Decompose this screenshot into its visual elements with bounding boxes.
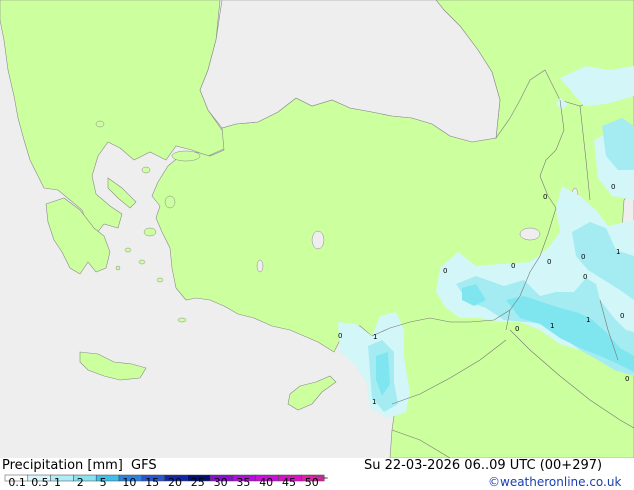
color-scale-tick: 1 [54, 476, 61, 489]
precip-label: 0 [611, 183, 615, 191]
precip-label: 1 [373, 333, 377, 341]
color-scale-tick: 0.5 [31, 476, 49, 489]
precip-label: 1 [550, 322, 554, 330]
precip-label: 0 [547, 258, 551, 266]
precip-label: 0 [543, 193, 547, 201]
title-text: Precipitation [mm] [2, 458, 123, 473]
color-scale-tick: 10 [122, 476, 137, 489]
color-scale-tick: 25 [190, 476, 205, 489]
precip-label: 0 [625, 375, 629, 383]
color-scale-tick: 20 [168, 476, 182, 489]
precip-label: 0 [620, 312, 624, 320]
precip-label: 1 [372, 398, 376, 406]
color-scale-tick: 50 [304, 476, 319, 489]
precip-label: 0 [511, 262, 515, 270]
color-scale-tick: 40 [259, 476, 274, 489]
precip-label: 1 [616, 248, 620, 256]
color-scale-tick: 30 [213, 476, 228, 489]
color-scale [4, 474, 329, 482]
color-scale-tick: 15 [145, 476, 160, 489]
precip-label: 0 [443, 267, 447, 275]
precip-label: 0 [338, 332, 342, 340]
map-title: Precipitation [mm] GFS [2, 459, 157, 473]
precip-label: 0 [583, 273, 587, 281]
color-scale-tick: 0.1 [8, 476, 26, 489]
legend-footer: Precipitation [mm] GFS Su 22-03-2026 06.… [0, 458, 634, 490]
model-name: GFS [131, 458, 157, 473]
color-scale-tick: 2 [76, 476, 84, 489]
credit-text: ©weatheronline.co.uk [488, 475, 622, 489]
precip-label: 1 [586, 316, 590, 324]
precip-label: 0 [515, 325, 519, 333]
color-scale-tick: 35 [236, 476, 251, 489]
color-scale-tick: 5 [99, 476, 107, 489]
valid-time: Su 22-03-2026 06..09 UTC (00+297) [364, 458, 603, 473]
precip-label: 0 [581, 253, 585, 261]
color-scale-tick: 45 [282, 476, 296, 489]
precipitation-map: 0 0 0 0 0 0 1 1 1 0 0 1 0 1 0 0 [0, 0, 634, 458]
